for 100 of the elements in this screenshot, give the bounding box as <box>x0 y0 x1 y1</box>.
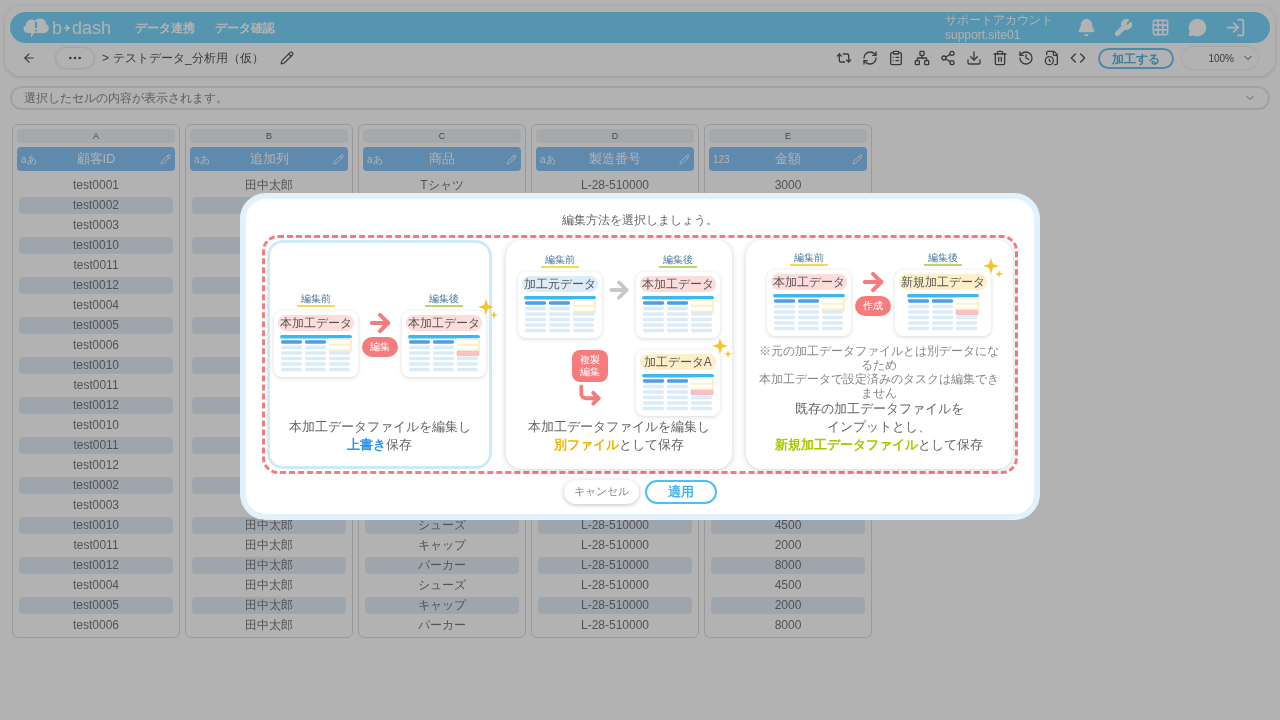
table-cell-text: test0003 <box>71 216 120 234</box>
table-title: 新規加工データ <box>899 273 988 290</box>
swap-icon[interactable] <box>836 50 852 66</box>
table-cell: test0012 <box>19 396 173 414</box>
history-icon[interactable] <box>1018 50 1034 66</box>
table-cell-text: test0006 <box>71 336 120 354</box>
table-cell: 田中太郎 <box>192 556 346 574</box>
table-cell: 田中太郎 <box>192 596 346 614</box>
hierarchy-icon[interactable] <box>914 50 930 66</box>
account-id: support.site01 <box>945 27 1022 43</box>
table-cell-text: キャップ <box>417 536 468 554</box>
table-cell: test0002 <box>19 196 173 214</box>
table-title: 本加工データ <box>771 273 848 290</box>
table-cell: パーカー <box>365 556 519 574</box>
breadcrumb-title: テストデータ_分析用（仮） <box>113 50 264 67</box>
stage-label: 編集前 <box>790 250 829 266</box>
table-cell-text: 田中太郎 <box>244 176 294 194</box>
nav-link[interactable]: データ確認 <box>215 18 276 37</box>
table-cell: 8000 <box>711 556 865 574</box>
table-cell: キャップ <box>365 596 519 614</box>
table-cell-text: test0010 <box>71 416 120 434</box>
table-cell-text: 2000 <box>773 536 803 554</box>
option-caption: 本加工データファイルを編集し 上書き保存 <box>288 417 471 454</box>
column-type-label: aあ <box>367 152 384 167</box>
table-cell-text: 4500 <box>773 576 803 594</box>
bent-arrow-icon <box>576 381 603 408</box>
table-cell-text: 3000 <box>773 176 803 194</box>
apply-button[interactable]: 適用 <box>644 479 717 504</box>
table-cell-text: test0001 <box>71 176 120 194</box>
table-cell: test0011 <box>19 436 173 454</box>
table-cell-text: test0011 <box>72 256 120 274</box>
clipboard-icon[interactable] <box>888 50 904 66</box>
stage-label: 編集前 <box>540 252 579 268</box>
column-header[interactable]: 製造番号 <box>570 149 660 169</box>
column-letter: C <box>363 129 521 143</box>
table-title: 本加工データ <box>405 314 482 331</box>
table-cell-text: test0004 <box>71 296 120 314</box>
logo-text: b <box>52 18 62 37</box>
cancel-button[interactable]: キャンセル <box>563 479 639 504</box>
table-cell: 2000 <box>711 596 865 614</box>
table-cell-text: 8000 <box>773 616 803 634</box>
nav-link[interactable]: データ連携 <box>135 18 196 37</box>
action-label: 複製 編集 <box>571 349 608 382</box>
sparkle-icon <box>477 298 498 319</box>
table-cell-text: L-28-510000 <box>579 616 651 634</box>
table-cell-text: test0011 <box>72 376 120 394</box>
table-cell-text: test0012 <box>71 456 120 474</box>
sparkle-icon <box>983 257 1004 278</box>
table-cell-text: Tシャツ <box>419 176 465 194</box>
stage-label: 編集後 <box>924 250 963 266</box>
table-cell: test0010 <box>19 236 173 254</box>
table-title: 加工元データ <box>521 275 598 292</box>
zoom-select[interactable]: 100% <box>1182 47 1258 69</box>
back-icon[interactable] <box>22 51 36 65</box>
download-icon[interactable] <box>966 50 982 66</box>
column-header[interactable]: 金額 <box>743 149 833 169</box>
table-cell: test0005 <box>19 316 173 334</box>
table-cell-text: L-28-510000 <box>579 576 651 594</box>
cell-info-field[interactable]: 選択したセルの内容が表示されます。 <box>10 86 1270 110</box>
edit-icon[interactable] <box>279 51 294 65</box>
option-note: ※元の加工データファイルとは別データになるため 本加工データで設定済みのタスクは編集できません <box>758 343 1001 400</box>
table-cell-text: パーカー <box>417 616 467 634</box>
table-title: 本加工データ <box>639 275 716 292</box>
table-cell-text: シューズ <box>417 576 467 594</box>
process-button[interactable]: 加工する <box>1098 47 1174 69</box>
file-icon[interactable] <box>1044 50 1060 66</box>
column-letter: D <box>536 129 694 143</box>
speech-cloud-icon <box>22 16 50 39</box>
dialog-title: 編集方法を選択しましょう。 <box>562 211 718 229</box>
account-name: サポートアカウント <box>945 12 1053 28</box>
table-title: 本加工データ <box>277 314 354 331</box>
share-icon[interactable] <box>940 50 956 66</box>
refresh-icon[interactable] <box>862 50 878 66</box>
action-label: 編集 <box>361 336 398 357</box>
table-cell: test0002 <box>19 476 173 494</box>
table-cell-text: L-28-510000 <box>579 176 651 194</box>
column-header[interactable]: 商品 <box>397 149 487 169</box>
table-cell: test0012 <box>19 556 173 574</box>
table-cell: L-28-510000 <box>538 596 692 614</box>
stage-label: 編集後 <box>658 252 697 268</box>
trash-icon[interactable] <box>992 50 1008 66</box>
sparkle-icon <box>711 337 732 358</box>
table-cell-text: test0004 <box>71 576 120 594</box>
column-header[interactable]: 顧客ID <box>51 149 141 169</box>
table-title: 加工データA <box>639 353 716 370</box>
column-header[interactable]: 追加列 <box>224 149 314 169</box>
option-caption: 既存の加工データファイルを インプットとし、 新規加工データファイルとして保存 <box>775 399 984 454</box>
table-cell: test0010 <box>19 516 173 534</box>
column-type-label: aあ <box>540 152 557 167</box>
table-cell: test0005 <box>19 596 173 614</box>
action-label: 作成 <box>855 295 892 316</box>
stage-label: 編集後 <box>424 291 463 307</box>
table-cell-text: test0003 <box>71 496 120 514</box>
column-type-label: aあ <box>194 152 211 167</box>
option-caption: 本加工データファイルを編集し 別ファイルとして保存 <box>527 417 710 454</box>
table-cell-text: test0011 <box>72 536 120 554</box>
logo-text: dash <box>72 18 112 37</box>
code-icon[interactable] <box>1070 50 1086 66</box>
breadcrumb-separator: > <box>102 50 109 67</box>
table-cell-text: 田中太郎 <box>244 616 294 634</box>
